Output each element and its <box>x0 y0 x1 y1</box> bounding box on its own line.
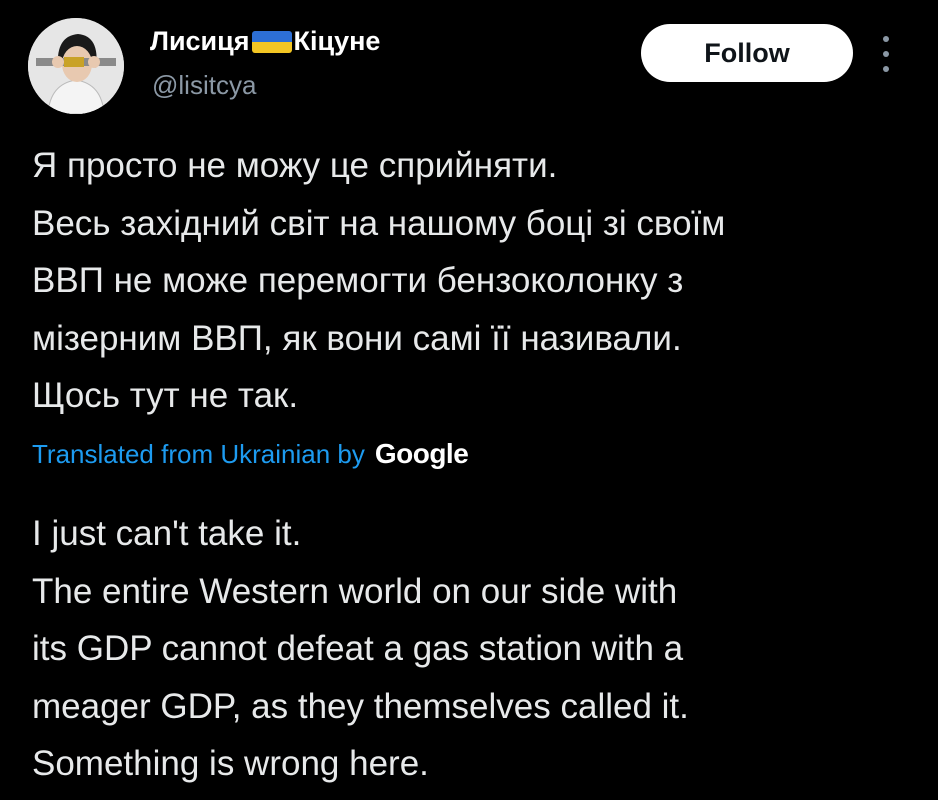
avatar[interactable] <box>28 18 124 114</box>
original-line: Щось тут не так. <box>32 376 299 415</box>
more-vertical-icon[interactable] <box>879 36 893 72</box>
user-handle[interactable]: @lisitcya <box>152 70 256 101</box>
tweet-text-original: Я просто не можу це сприйняти. Весь захі… <box>32 137 912 425</box>
original-line: ВВП не може перемогти бензоколонку з <box>32 261 684 300</box>
translated-line: I just can't take it. <box>32 514 302 553</box>
follow-button[interactable]: Follow <box>641 24 853 82</box>
avatar-image <box>28 18 124 114</box>
original-line: мізерним ВВП, як вони самі її називали. <box>32 318 682 358</box>
original-line: Я просто не можу це сприйняти. <box>32 146 558 185</box>
translation-attribution[interactable]: Translated from Ukrainian by Google <box>32 438 469 470</box>
display-name[interactable]: Лисиця Кіцуне <box>150 26 380 57</box>
google-logo: Google <box>374 438 469 469</box>
translated-line: its GDP cannot defeat a gas station with… <box>32 629 684 668</box>
display-name-part1: Лисиця <box>150 26 250 56</box>
translation-note: Translated from Ukrainian by <box>32 439 365 469</box>
ukraine-flag-icon <box>251 30 292 53</box>
translated-line: The entire Western world on our side wit… <box>32 571 678 611</box>
display-name-part2: Кіцуне <box>293 26 381 56</box>
tweet-card: Лисиця Кіцуне @lisitcya Follow Я просто … <box>0 0 938 800</box>
original-line: Весь західний світ на нашому боці зі сво… <box>32 203 726 243</box>
translated-line: meager GDP, as they themselves called it… <box>32 686 689 726</box>
tweet-text-translated: I just can't take it. The entire Western… <box>32 505 912 793</box>
translated-line: Something is wrong here. <box>32 744 429 783</box>
